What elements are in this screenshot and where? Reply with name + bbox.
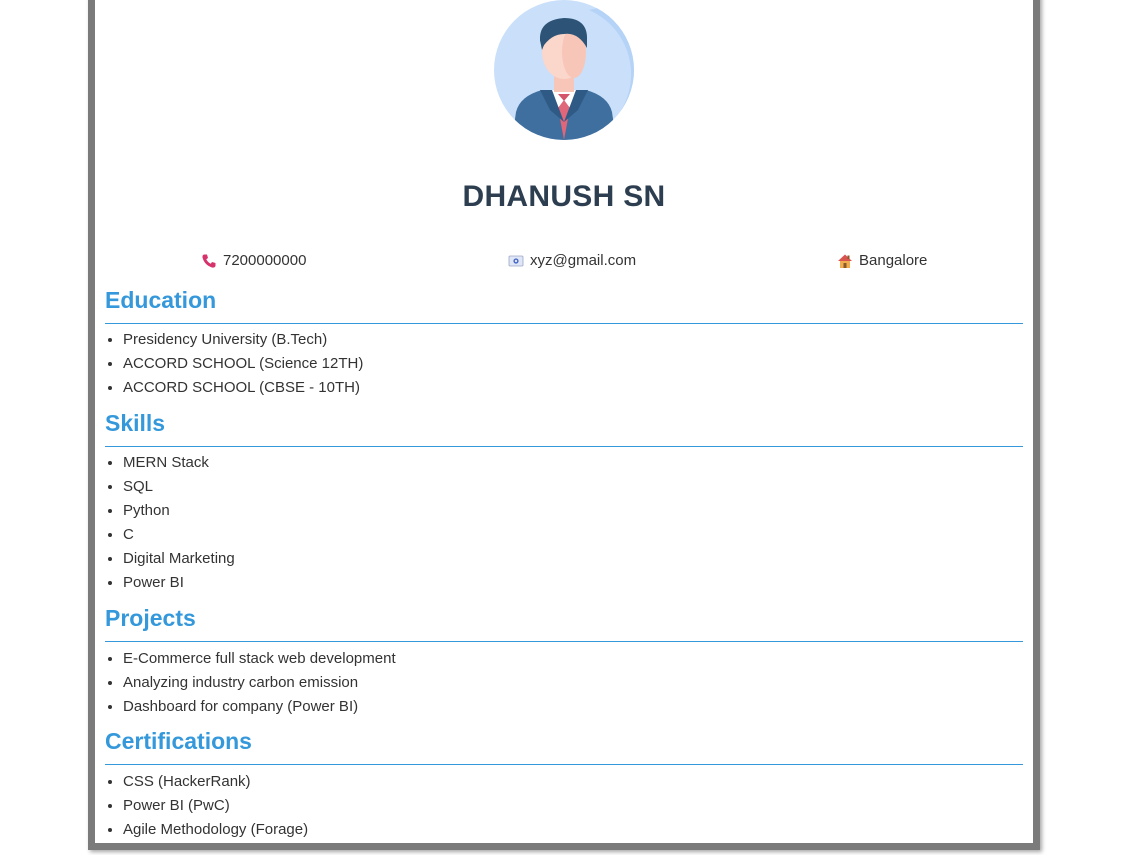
- section-title: Certifications: [105, 728, 252, 754]
- section-divider: [105, 764, 1023, 765]
- section-title: Projects: [105, 605, 196, 631]
- section-divider: [105, 446, 1023, 447]
- section-divider: [105, 323, 1023, 324]
- phone-icon: [202, 254, 216, 268]
- list-item: CSS (HackerRank): [123, 770, 1023, 794]
- section-education: Education Presidency University (B.Tech)…: [105, 284, 1023, 400]
- email-icon: [508, 255, 524, 266]
- list-item: Presidency University (B.Tech): [123, 328, 1023, 352]
- list-item: ACCORD SCHOOL (Science 12TH): [123, 352, 1023, 376]
- projects-list: E-Commerce full stack web development An…: [105, 647, 1023, 719]
- businessman-avatar-icon: [494, 0, 634, 140]
- section-title: Skills: [105, 410, 166, 436]
- list-item: Python: [123, 499, 1023, 523]
- list-item: Analyzing industry carbon emission: [123, 671, 1023, 695]
- email-address: xyz@gmail.com: [530, 252, 637, 269]
- skills-list: MERN Stack SQL Python C Digital Marketin…: [105, 451, 1023, 595]
- list-item: C: [123, 523, 1023, 547]
- candidate-name: DHANUSH SN: [462, 180, 666, 213]
- list-item: ACCORD SCHOOL (CBSE - 10TH): [123, 376, 1023, 400]
- list-item: MERN Stack: [123, 451, 1023, 475]
- section-title: Education: [105, 287, 217, 313]
- list-item: SQL: [123, 475, 1023, 499]
- phone-number: 7200000000: [223, 252, 307, 269]
- house-icon: [838, 254, 852, 268]
- contact-location: Bangalore: [837, 252, 927, 269]
- contact-email: xyz@gmail.com: [508, 252, 636, 269]
- section-divider: [105, 641, 1023, 642]
- list-item: Power BI: [123, 571, 1023, 595]
- location-text: Bangalore: [859, 252, 928, 269]
- list-item: E-Commerce full stack web development: [123, 647, 1023, 671]
- list-item: Power BI (PwC): [123, 794, 1023, 818]
- education-list: Presidency University (B.Tech) ACCORD SC…: [105, 328, 1023, 400]
- certifications-list: CSS (HackerRank) Power BI (PwC) Agile Me…: [105, 770, 1023, 842]
- resume-sheet: DHANUSH SN 7200000000 xyz@gmail.com Bang…: [95, 0, 1033, 843]
- list-item: Dashboard for company (Power BI): [123, 695, 1023, 719]
- contact-phone: 7200000000: [201, 252, 306, 269]
- section-certifications: Certifications CSS (HackerRank) Power BI…: [105, 725, 1023, 842]
- list-item: Agile Methodology (Forage): [123, 818, 1023, 842]
- section-projects: Projects E-Commerce full stack web devel…: [105, 602, 1023, 719]
- section-skills: Skills MERN Stack SQL Python C Digital M…: [105, 407, 1023, 595]
- list-item: Digital Marketing: [123, 547, 1023, 571]
